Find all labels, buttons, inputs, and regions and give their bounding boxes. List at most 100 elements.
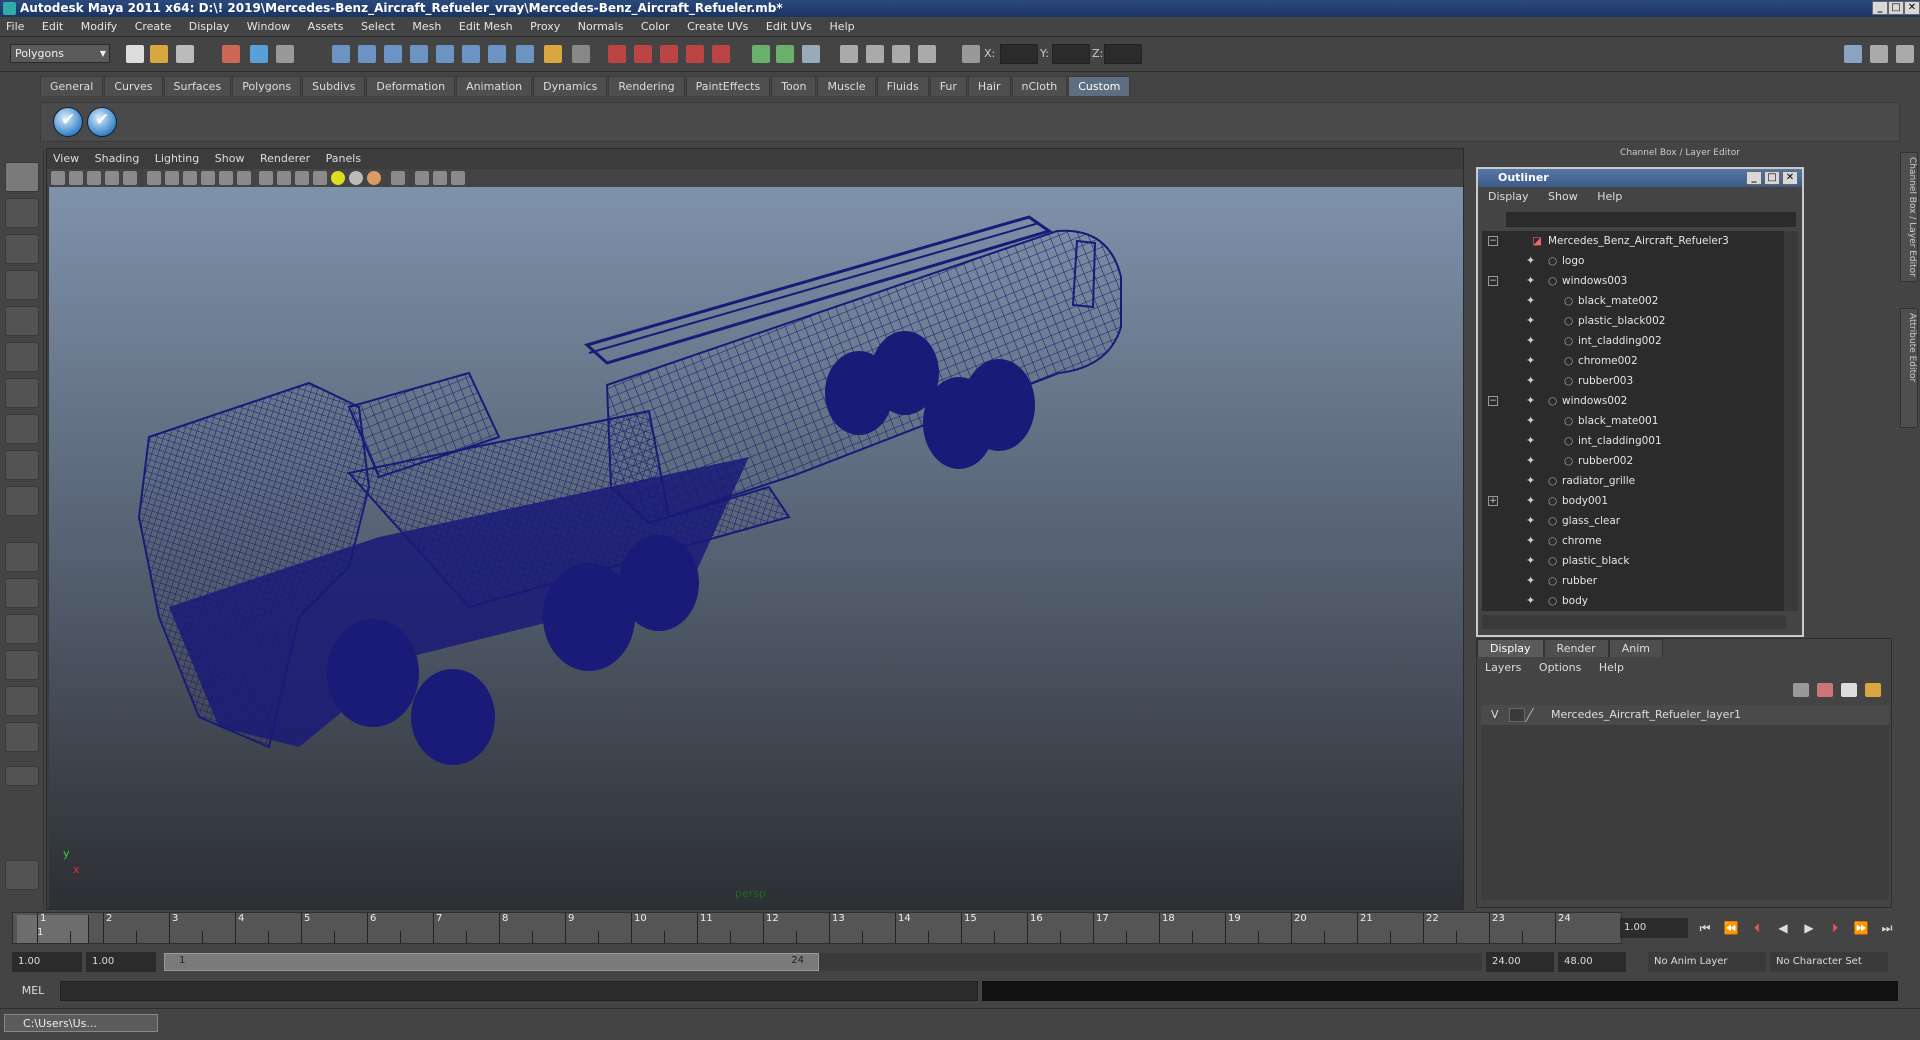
range-slider[interactable]: 1 24 xyxy=(164,953,1482,971)
layer-menu-options[interactable]: Options xyxy=(1539,661,1581,674)
menu-file[interactable]: File xyxy=(0,17,32,37)
four-pane-layout-icon[interactable] xyxy=(5,578,39,608)
outliner-vertical-scrollbar[interactable] xyxy=(1784,231,1798,611)
outliner-persp-layout-icon[interactable] xyxy=(5,614,39,644)
transform-field-icon[interactable] xyxy=(962,45,980,63)
outliner-row[interactable]: ✦ ○ plastic_black002 xyxy=(1482,311,1786,331)
viewport-menu-panels[interactable]: Panels xyxy=(320,149,367,169)
share-icon[interactable] xyxy=(451,171,465,185)
layer-options-icon[interactable] xyxy=(1841,683,1857,697)
playback-start-field[interactable]: 1.00 xyxy=(86,952,156,972)
custom-layout-icon[interactable] xyxy=(5,722,39,752)
shelf-tab-muscle[interactable]: Muscle xyxy=(817,76,876,96)
layer-visibility-toggle[interactable]: V xyxy=(1491,705,1499,725)
field-chart-icon[interactable] xyxy=(201,171,215,185)
layer-tab-anim[interactable]: Anim xyxy=(1608,639,1663,657)
attribute-editor-toggle-icon[interactable] xyxy=(1844,45,1862,63)
textured-icon[interactable] xyxy=(313,171,327,185)
outliner-row[interactable]: ✦ ○ rubber002 xyxy=(1482,451,1786,471)
shelf-tab-surfaces[interactable]: Surfaces xyxy=(163,76,232,96)
magnet-icon[interactable] xyxy=(712,45,730,63)
show-manipulator-icon[interactable] xyxy=(5,450,39,480)
viewport-menu-lighting[interactable]: Lighting xyxy=(149,149,205,169)
shelf-tab-fur[interactable]: Fur xyxy=(929,76,967,96)
save-scene-icon[interactable] xyxy=(176,45,194,63)
graph-persp-layout-icon[interactable] xyxy=(5,650,39,680)
resolution-gate-icon[interactable] xyxy=(165,171,179,185)
step-forward-frame-icon[interactable]: ⏵ xyxy=(1822,918,1848,938)
mel-toggle[interactable]: MEL xyxy=(8,982,58,1000)
menu-create-uvs[interactable]: Create UVs xyxy=(681,17,756,37)
collapse-icon[interactable]: − xyxy=(1488,276,1498,286)
shadows-icon[interactable] xyxy=(349,171,363,185)
time-slider[interactable]: 1 1 2 3 4 5 6 7 8 9 10 11 12 13 14 15 16 17 18 19 20 21 22 23 2… xyxy=(12,912,1622,944)
outliner-horizontal-scrollbar[interactable] xyxy=(1482,615,1786,629)
expand-icon[interactable]: + xyxy=(1488,496,1498,506)
paste-icon[interactable] xyxy=(802,45,820,63)
snap-curve-icon[interactable] xyxy=(358,45,376,63)
animation-start-field[interactable]: 1.00 xyxy=(12,952,82,972)
playback-end-field[interactable]: 24.00 xyxy=(1486,952,1554,972)
outliner-row[interactable]: ✦ ○ plastic_black xyxy=(1482,551,1786,571)
layer-tab-render[interactable]: Render xyxy=(1543,639,1609,657)
new-scene-icon[interactable] xyxy=(126,45,144,63)
safe-action-icon[interactable] xyxy=(219,171,233,185)
go-to-start-icon[interactable]: ⏮ xyxy=(1692,918,1718,938)
outliner-row[interactable]: ✦ ○ chrome002 xyxy=(1482,351,1786,371)
outliner-menu-display[interactable]: Display xyxy=(1482,190,1535,203)
selection-mask-icon[interactable] xyxy=(572,45,590,63)
layer-menu-help[interactable]: Help xyxy=(1599,661,1624,674)
lights-icon[interactable] xyxy=(331,171,345,185)
channel-box-toggle-icon[interactable] xyxy=(1896,45,1914,63)
menu-assets[interactable]: Assets xyxy=(302,17,352,37)
outliner-row[interactable]: ✦ ○ black_mate002 xyxy=(1482,291,1786,311)
minimized-window-item[interactable]: C:\Users\Us... xyxy=(4,1014,158,1032)
hypershade-icon[interactable] xyxy=(686,45,704,63)
shelf-tab-curves[interactable]: Curves xyxy=(104,76,163,96)
menu-color[interactable]: Color xyxy=(635,17,678,37)
shelf-tab-hair[interactable]: Hair xyxy=(967,76,1011,96)
scale-tool-icon[interactable] xyxy=(5,342,39,372)
x-field[interactable] xyxy=(1000,44,1038,64)
light-icon[interactable] xyxy=(918,45,936,63)
layer-menu-layers[interactable]: Layers xyxy=(1485,661,1521,674)
shelf-tab-animation[interactable]: Animation xyxy=(456,76,533,96)
snap-point-icon[interactable] xyxy=(384,45,402,63)
menu-create[interactable]: Create xyxy=(129,17,180,37)
tab-attribute-editor[interactable]: Attribute Editor xyxy=(1900,308,1918,428)
layer-row[interactable]: V Mercedes_Aircraft_Refueler_layer1 xyxy=(1481,705,1889,725)
tab-channel-box[interactable]: Channel Box / Layer Editor xyxy=(1900,152,1918,282)
outliner-row[interactable]: − ✦ ○ windows003 xyxy=(1482,271,1786,291)
viewport-menu-shading[interactable]: Shading xyxy=(89,149,146,169)
layout-options-icon[interactable] xyxy=(5,766,39,786)
shelf-tab-polygons[interactable]: Polygons xyxy=(232,76,302,96)
current-time-marker[interactable] xyxy=(17,915,89,943)
menu-edit-mesh[interactable]: Edit Mesh xyxy=(453,17,521,37)
safe-title-icon[interactable] xyxy=(237,171,251,185)
outliner-maximize-button[interactable]: □ xyxy=(1764,171,1780,185)
outliner-root-row[interactable]: − ◪ Mercedes_Benz_Aircraft_Refueler3 xyxy=(1482,231,1786,251)
character-set-dropdown[interactable]: No Character Set xyxy=(1770,952,1888,972)
render-settings-icon[interactable] xyxy=(660,45,678,63)
outliner-row[interactable]: − ✦ ○ windows002 xyxy=(1482,391,1786,411)
smooth-shade-icon[interactable] xyxy=(277,171,291,185)
snap-surface-icon[interactable] xyxy=(436,45,454,63)
new-layer-empty-icon[interactable] xyxy=(1793,683,1809,697)
help-icon[interactable] xyxy=(516,45,534,63)
outliner-row[interactable]: ✦ ○ glass_clear xyxy=(1482,511,1786,531)
new-layer-selected-icon[interactable] xyxy=(1817,683,1833,697)
move-tool-icon[interactable] xyxy=(5,270,39,300)
outliner-filter-field[interactable] xyxy=(1506,212,1796,227)
lasso-tool-icon[interactable] xyxy=(5,198,39,228)
menu-edit[interactable]: Edit xyxy=(36,17,71,37)
xray-joints-icon[interactable] xyxy=(433,171,447,185)
layer-attribute-icon[interactable] xyxy=(1865,683,1881,697)
outliner-row[interactable]: ✦ ○ radiator_grille xyxy=(1482,471,1786,491)
construction-icon[interactable] xyxy=(488,45,506,63)
select-hierarchy-icon[interactable] xyxy=(222,45,240,63)
bookmark-icon[interactable] xyxy=(87,171,101,185)
outliner-menu-help[interactable]: Help xyxy=(1591,190,1628,203)
maximize-button[interactable]: □ xyxy=(1888,1,1904,15)
menu-help[interactable]: Help xyxy=(824,17,863,37)
input-line-icon[interactable] xyxy=(752,45,770,63)
